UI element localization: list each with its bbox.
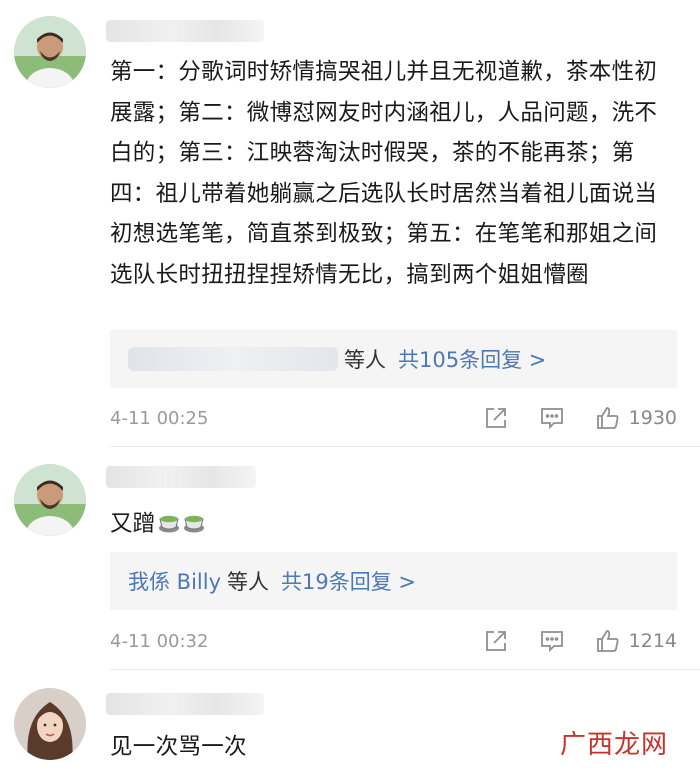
avatar[interactable]	[14, 464, 86, 536]
tea-emoji-icon	[157, 507, 181, 533]
comment-text: 又蹭	[110, 511, 156, 537]
comment-meta: 4-11 00:25 1930	[110, 403, 677, 433]
reply-others: 等人	[227, 570, 270, 594]
avatar[interactable]	[14, 688, 86, 760]
comment-icon[interactable]	[539, 628, 565, 654]
comment-time: 4-11 00:32	[110, 630, 209, 652]
like-count: 1214	[628, 630, 677, 652]
reply-summary[interactable]: 我係 Billy 等人 共19条回复 >	[110, 552, 677, 610]
watermark: 广西龙网	[559, 730, 668, 760]
reply-others: 等人	[344, 348, 386, 372]
view-replies-link[interactable]: 共19条回复 >	[281, 566, 416, 596]
tea-emoji-icon	[182, 507, 206, 533]
share-icon[interactable]	[483, 405, 509, 431]
view-replies-link[interactable]: 共105条回复 >	[398, 344, 546, 374]
like-count: 1930	[628, 407, 677, 429]
share-icon[interactable]	[483, 628, 509, 654]
divider	[110, 669, 700, 670]
comment-icon[interactable]	[539, 405, 565, 431]
reply-name-link[interactable]: 我係 Billy	[128, 566, 221, 596]
divider	[110, 446, 700, 447]
comment-text-row: 又蹭	[110, 504, 670, 545]
like-icon[interactable]	[595, 628, 621, 654]
username-blurred[interactable]	[106, 693, 264, 715]
username-blurred[interactable]	[106, 466, 256, 488]
reply-summary[interactable]: 等人 共105条回复 >	[110, 330, 677, 388]
avatar[interactable]	[14, 16, 86, 88]
comment-meta: 4-11 00:32 1214	[110, 626, 677, 656]
reply-names-blurred	[128, 347, 338, 371]
comment-text: 第一：分歌词时矫情搞哭祖儿并且无视道歉，茶本性初展露；第二：微博怼网友时内涵祖儿…	[110, 59, 658, 288]
like-icon[interactable]	[595, 405, 621, 431]
username-blurred[interactable]	[106, 20, 264, 42]
comment-time: 4-11 00:25	[110, 407, 209, 429]
